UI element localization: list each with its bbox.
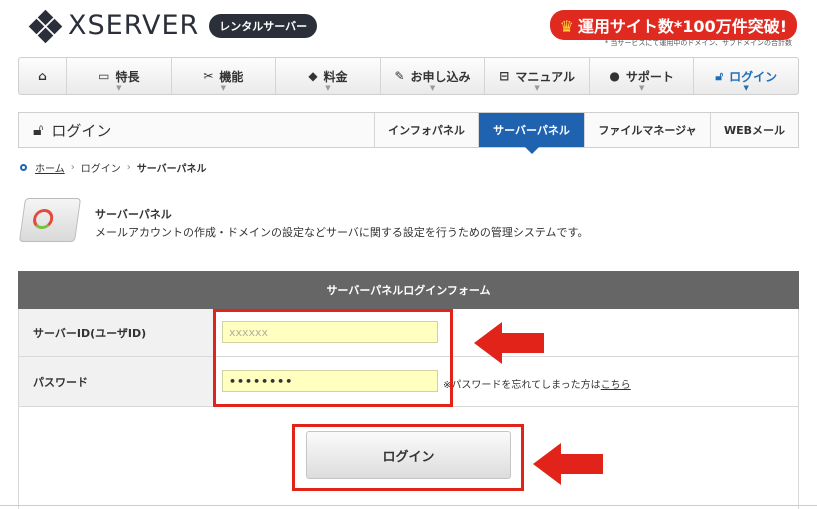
login-title: 🔓︎ ログイン (19, 120, 374, 141)
chevron-down-icon: ▼ (220, 84, 227, 92)
logo-text: XSERVER (68, 10, 200, 41)
highlight-box-credentials (213, 309, 453, 407)
nav-label: お申し込み (410, 69, 471, 84)
nav-label: 料金 (323, 69, 348, 84)
nav-login[interactable]: 🔓︎ ログイン ▼ (694, 58, 798, 94)
tab-file-manager[interactable]: ファイルマネージャ (584, 113, 710, 147)
forgot-text: ※パスワードを忘れてしまった方は (443, 380, 601, 391)
breadcrumb: ホーム › ログイン › サーバーパネル (20, 160, 207, 175)
nav-pricing[interactable]: ◆ 料金 ▼ (276, 58, 381, 94)
bullet-icon (20, 164, 27, 171)
nav-label: サポート (625, 69, 674, 84)
nav-home[interactable]: ⌂ (19, 58, 67, 94)
chevron-down-icon: ▼ (116, 84, 122, 92)
nav-label: 機能 (219, 69, 244, 84)
pencil-icon: ✎ (394, 69, 405, 83)
chevron-down-icon: ▼ (638, 84, 645, 92)
nav-manual[interactable]: ⊟ マニュアル ▼ (485, 58, 590, 94)
login-title-text: ログイン (51, 121, 112, 140)
xserver-logo[interactable]: XSERVER レンタルサーバー (28, 9, 318, 43)
highlight-box-login (292, 424, 524, 491)
home-icon: ⌂ (38, 69, 47, 83)
main-nav: ⌂ ▭ 特長 ▼ ✂ 機能 ▼ ◆ 料金 ▼ ✎ お申し込み ▼ ⊟ マニュアル ▼ ● サポート ▼ … (18, 57, 799, 95)
book-icon: ⊟ (499, 69, 510, 83)
divider (0, 505, 817, 506)
server-id-label: サーバーID(ユーザID) (19, 309, 216, 356)
arrow-left-icon (533, 443, 603, 485)
breadcrumb-login: ログイン (80, 164, 121, 175)
tab-info-panel[interactable]: インフォパネル (374, 113, 478, 147)
rental-server-badge: レンタルサーバー (209, 13, 318, 38)
monitor-icon: ▭ (98, 69, 110, 83)
promo-text: 運用サイト数*100万件突破! (577, 17, 787, 36)
breadcrumb-current: サーバーパネル (136, 164, 207, 175)
arrow-left-icon (474, 322, 544, 364)
chevron-down-icon: ▼ (429, 84, 436, 92)
tag-icon: ◆ (308, 69, 318, 83)
promo-note: * 当サービスにて運用中のドメイン、サブドメインの合計数 (604, 39, 792, 47)
chevron-right-icon: › (126, 162, 131, 173)
nav-functions[interactable]: ✂ 機能 ▼ (172, 58, 277, 94)
crown-icon: ♛ (559, 17, 574, 36)
tab-webmail[interactable]: WEBメール (710, 113, 798, 147)
login-bar: 🔓︎ ログイン インフォパネル サーバーパネル ファイルマネージャ WEBメール (18, 112, 799, 154)
panel-title: サーバーパネル (95, 208, 172, 221)
logo-mark-icon (28, 9, 63, 43)
tab-server-panel[interactable]: サーバーパネル (478, 113, 584, 154)
nav-label: 特長 (115, 69, 140, 84)
form-heading: サーバーパネルログインフォーム (18, 271, 799, 309)
chevron-down-icon: ▼ (325, 84, 331, 92)
breadcrumb-home[interactable]: ホーム (35, 160, 65, 175)
panel-description: メールアカウントの作成・ドメインの設定などサーバに関する設定を行うための管理シス… (95, 226, 589, 239)
nav-label: ログイン (729, 69, 778, 84)
tools-icon: ✂ (203, 69, 214, 83)
forgot-password: ※パスワードを忘れてしまった方はこちら (443, 376, 631, 391)
lock-icon: 🔓︎ (715, 68, 724, 83)
person-icon: ● (609, 69, 620, 83)
nav-apply[interactable]: ✎ お申し込み ▼ (381, 58, 486, 94)
nav-support[interactable]: ● サポート ▼ (590, 58, 695, 94)
forgot-link[interactable]: こちら (601, 380, 631, 391)
unlock-icon: 🔓︎ (33, 120, 44, 139)
chevron-down-icon: ▼ (534, 84, 540, 92)
password-label: パスワード (19, 357, 216, 406)
nav-label: マニュアル (515, 69, 575, 84)
chevron-down-icon: ▼ (743, 84, 749, 92)
promo-banner: ♛ 運用サイト数*100万件突破! (549, 10, 797, 40)
chevron-right-icon: › (70, 162, 75, 173)
server-panel-icon (18, 198, 82, 242)
nav-features[interactable]: ▭ 特長 ▼ (67, 58, 172, 94)
